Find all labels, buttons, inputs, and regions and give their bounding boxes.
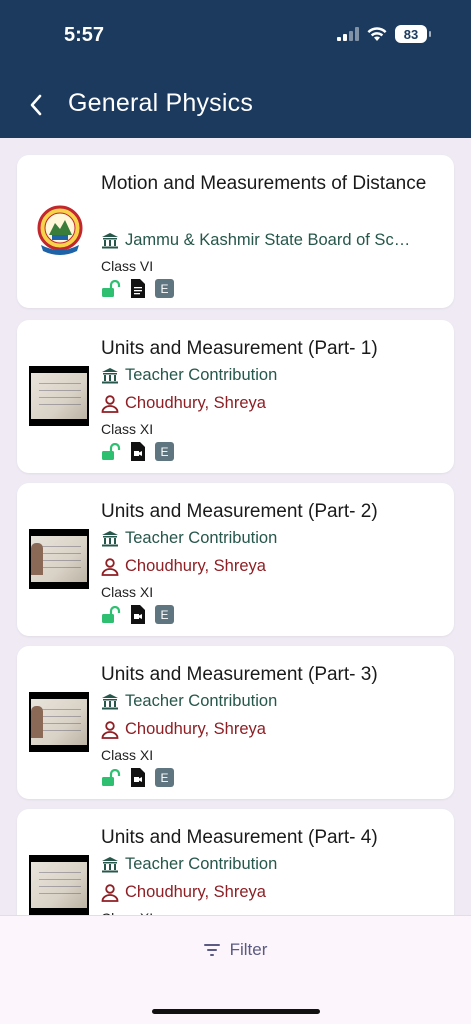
app-header: 5:57 83 General Physics <box>0 0 471 138</box>
institution-name: Teacher Contribution <box>125 692 278 710</box>
institution-icon <box>102 694 118 710</box>
card-title: Units and Measurement (Part- 3) <box>101 664 378 685</box>
video-thumbnail <box>29 529 89 589</box>
video-thumbnail <box>29 855 89 915</box>
class-label: Class XI <box>101 747 154 763</box>
card-title: Motion and Measurements of Distance <box>101 173 427 194</box>
back-button[interactable] <box>20 88 52 122</box>
attribute-icons: E <box>101 605 174 624</box>
author-name: Choudhury, Shreya <box>125 557 266 575</box>
content-card[interactable]: Units and Measurement (Part- 3) Teacher … <box>17 646 454 799</box>
institution-icon <box>102 368 118 384</box>
wifi-icon <box>367 26 387 41</box>
content-card[interactable]: Units and Measurement (Part- 1) Teacher … <box>17 320 454 473</box>
author-name: Choudhury, Shreya <box>125 720 266 738</box>
document-icon <box>131 279 145 298</box>
board-logo-icon <box>37 205 83 255</box>
video-file-icon <box>131 442 145 461</box>
institution-icon <box>102 233 118 249</box>
unlocked-icon <box>102 442 121 460</box>
video-thumbnail <box>29 366 89 426</box>
author-row: Choudhury, Shreya <box>101 394 266 413</box>
institution-row: Teacher Contribution <box>101 855 277 874</box>
filter-icon <box>203 944 220 956</box>
institution-row: Teacher Contribution <box>101 366 277 385</box>
person-icon <box>101 720 119 739</box>
video-file-icon <box>131 605 145 624</box>
page-title: General Physics <box>68 89 254 117</box>
institution-icon <box>102 857 118 873</box>
author-row: Choudhury, Shreya <box>101 557 266 576</box>
chevron-left-icon <box>30 94 42 116</box>
filter-label: Filter <box>229 940 268 959</box>
battery-indicator: 83 <box>395 25 427 43</box>
institution-name: Teacher Contribution <box>125 529 278 547</box>
e-badge: E <box>155 442 174 461</box>
bottom-bar: Filter <box>0 915 471 1024</box>
institution-row: Teacher Contribution <box>101 529 277 548</box>
author-row: Choudhury, Shreya <box>101 883 266 902</box>
class-label: Class XI <box>101 584 154 600</box>
unlocked-icon <box>102 768 121 786</box>
unlocked-icon <box>102 279 121 297</box>
author-name: Choudhury, Shreya <box>125 883 266 901</box>
video-thumbnail <box>29 692 89 752</box>
person-icon <box>101 557 119 576</box>
battery-tip <box>429 31 431 37</box>
home-indicator <box>152 1009 320 1014</box>
e-badge: E <box>155 768 174 787</box>
institution-row: Jammu & Kashmir State Board of Sc… <box>101 231 410 250</box>
institution-row: Teacher Contribution <box>101 692 277 711</box>
card-title: Units and Measurement (Part- 1) <box>101 338 378 359</box>
e-badge: E <box>155 605 174 624</box>
filter-button[interactable]: Filter <box>0 940 471 960</box>
author-row: Choudhury, Shreya <box>101 720 266 739</box>
institution-name: Jammu & Kashmir State Board of Sc… <box>125 231 411 249</box>
person-icon <box>101 883 119 902</box>
content-card[interactable]: Units and Measurement (Part- 2) Teacher … <box>17 483 454 636</box>
person-icon <box>101 394 119 413</box>
card-title: Units and Measurement (Part- 2) <box>101 501 378 522</box>
status-icons: 83 <box>337 25 431 43</box>
video-file-icon <box>131 768 145 787</box>
cellular-signal-icon <box>337 27 359 41</box>
card-title: Units and Measurement (Part- 4) <box>101 827 378 848</box>
institution-name: Teacher Contribution <box>125 366 278 384</box>
attribute-icons: E <box>101 279 174 298</box>
attribute-icons: E <box>101 442 174 461</box>
class-label: Class XI <box>101 421 154 437</box>
author-name: Choudhury, Shreya <box>125 394 266 412</box>
attribute-icons: E <box>101 768 174 787</box>
status-time: 5:57 <box>64 24 105 46</box>
content-card[interactable]: Motion and Measurements of Distance Jamm… <box>17 155 454 308</box>
institution-icon <box>102 531 118 547</box>
institution-name: Teacher Contribution <box>125 855 278 873</box>
e-badge: E <box>155 279 174 298</box>
class-label: Class VI <box>101 258 154 274</box>
unlocked-icon <box>102 605 121 623</box>
